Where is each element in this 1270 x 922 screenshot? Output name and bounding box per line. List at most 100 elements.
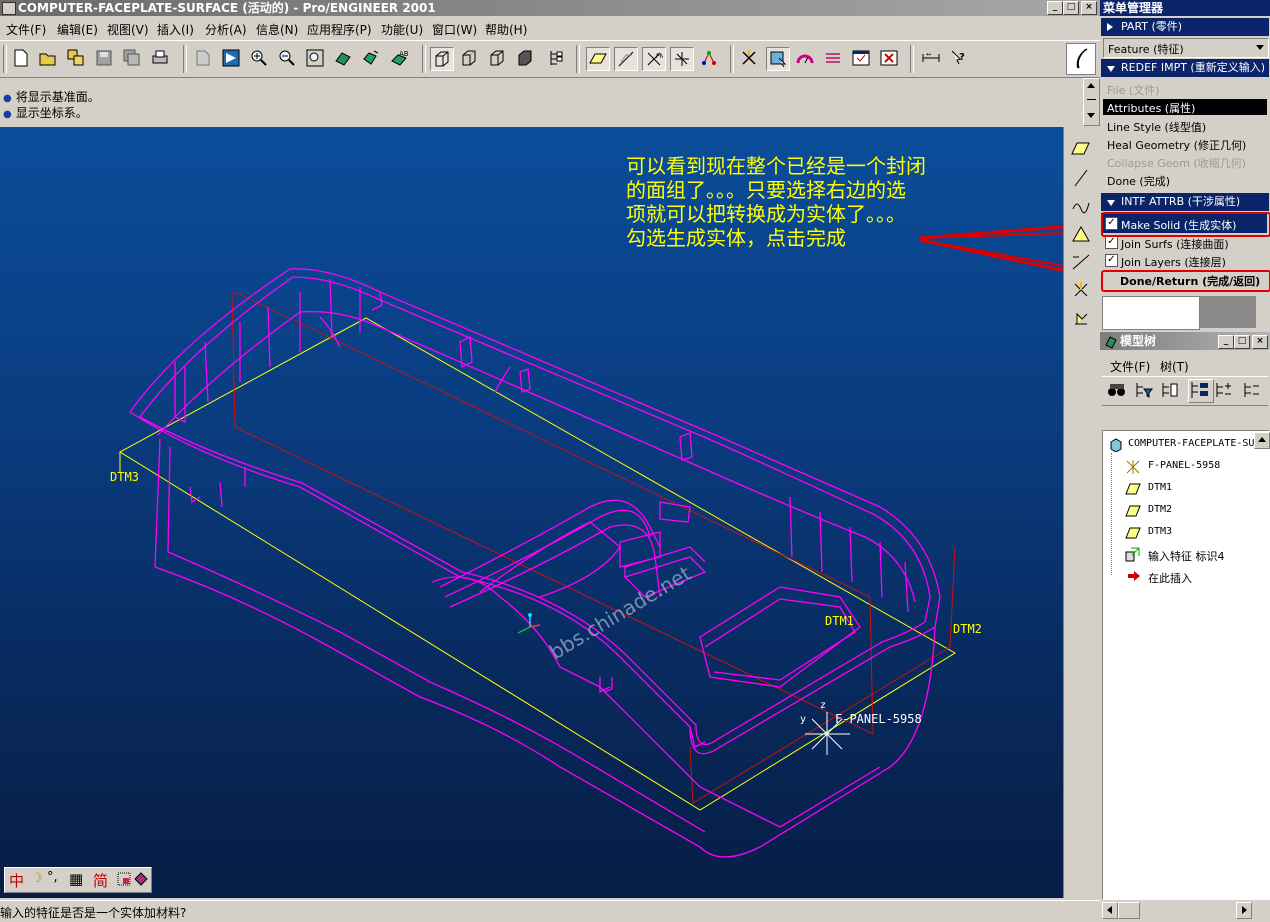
tree-hscroll-left[interactable] [1102,902,1118,919]
menu-item-done[interactable]: Done (完成) [1107,173,1170,189]
menu-insert[interactable]: 插入(I) [157,21,194,38]
model-tree-minimize-button[interactable]: _ [1218,335,1234,349]
scroll-thumb[interactable] [1087,99,1096,100]
layer-icon[interactable] [822,47,844,69]
zoom-out-icon[interactable] [276,47,298,69]
print-icon[interactable] [149,47,171,69]
tree-item-import-feature[interactable]: 输入特征 标识4 [1148,548,1225,564]
redef-impt-header[interactable]: REDEF IMPT (重新定义输入) [1101,59,1269,77]
menu-item-file[interactable]: File (文件) [1107,82,1160,98]
ime-menu-icon[interactable] [133,871,149,890]
no-hidden-icon[interactable] [486,47,508,69]
ime-moon-icon[interactable]: ☽ [31,871,43,886]
join-surfs-label[interactable]: Join Surfs (连接曲面) [1121,236,1229,252]
menu-item-attributes[interactable]: Attributes (属性) [1107,100,1195,116]
scroll-up-icon[interactable] [1258,437,1266,442]
color-appearance-icon[interactable] [794,47,816,69]
spin-center-toggle-icon[interactable] [698,47,720,69]
distance-measure-icon[interactable]: ↔ [920,47,942,69]
scroll-right-icon[interactable] [1242,906,1247,914]
ime-toolbar[interactable]: 中 ☽ °, ▦ 简 [4,867,152,893]
message-scrollbar[interactable] [1083,78,1100,126]
tree-item-part[interactable]: COMPUTER-FACEPLATE-SURFACE [1128,438,1270,449]
open-assembly-icon[interactable] [65,47,87,69]
menu-edit[interactable]: 编辑(E) [57,21,98,38]
menu-applications[interactable]: 应用程序(P) [307,21,372,38]
datum-planes-toggle-icon[interactable] [586,47,610,71]
menu-item-collapse-geom[interactable]: Collapse Geom (收缩几何) [1107,155,1246,171]
select-icon[interactable] [766,47,790,71]
scroll-up-icon[interactable] [1087,83,1095,88]
tree-filter-icon[interactable] [1134,381,1154,402]
tree-item-dtm3[interactable]: DTM3 [1148,526,1172,537]
datum-axis-tool-icon[interactable] [1070,167,1092,189]
tree-item-dtm2[interactable]: DTM2 [1148,504,1172,515]
menu-utilities[interactable]: 功能(U) [381,21,423,38]
datum-plane-tool-icon[interactable] [1070,137,1092,159]
model-tree-maximize-button[interactable]: □ [1234,335,1250,349]
window-activate-icon[interactable] [850,47,872,69]
maximize-button[interactable]: □ [1063,1,1079,15]
menu-info[interactable]: 信息(N) [256,21,298,38]
tree-columns-icon[interactable] [1160,381,1180,402]
model-tree-menu-tree[interactable]: 树(T) [1160,358,1189,375]
menu-window[interactable]: 窗口(W) [432,21,477,38]
ime-simplified-icon[interactable]: 简 [93,870,108,891]
menu-file[interactable]: 文件(F) [6,21,46,38]
find-binoculars-icon[interactable] [1106,381,1128,402]
datum-axes-toggle-icon[interactable] [614,47,638,71]
zoom-in-icon[interactable] [248,47,270,69]
menu-item-heal-geometry[interactable]: Heal Geometry (修正几何) [1107,137,1246,153]
hidden-line-icon[interactable] [458,47,480,69]
model-tree-list[interactable]: COMPUTER-FACEPLATE-SURFACE F-PANEL-5958 … [1102,430,1270,900]
join-surfs-checkbox[interactable]: ✓ [1105,236,1118,249]
menu-analysis[interactable]: 分析(A) [205,21,247,38]
context-help-icon[interactable]: ? [948,47,970,69]
ime-chinese-icon[interactable]: 中 [9,870,24,891]
tree-hscroll-thumb[interactable] [1118,902,1140,919]
orient-icon[interactable] [332,47,354,69]
tree-item-csys[interactable]: F-PANEL-5958 [1148,460,1220,471]
part-menu-header[interactable]: PART (零件) [1101,18,1269,36]
ime-punct-icon[interactable]: °, [47,870,58,885]
datum-point-tool-icon[interactable] [1070,223,1092,245]
csys-tool-icon[interactable] [1070,279,1092,301]
join-layers-checkbox[interactable]: ✓ [1105,254,1118,267]
menu-view[interactable]: 视图(V) [107,21,149,38]
layers-icon[interactable]: AB [388,47,410,69]
csys-toggle-icon[interactable] [670,47,694,71]
new-file-icon[interactable] [10,47,32,69]
repaint-icon[interactable] [192,47,214,69]
tree-item-insert-here[interactable]: 在此插入 [1148,570,1192,586]
close-window-icon[interactable] [878,47,900,69]
sketch-tool-icon[interactable] [1070,251,1092,273]
minimize-button[interactable]: _ [1047,1,1063,15]
save-copy-icon[interactable] [121,47,143,69]
refit-icon[interactable] [304,47,326,69]
ime-softkbd-icon[interactable] [117,872,131,886]
regenerate-icon[interactable] [738,47,760,69]
open-folder-icon[interactable] [37,47,59,69]
shaded-icon[interactable] [514,47,536,69]
spin-center-icon[interactable] [220,47,242,69]
menu-help[interactable]: 帮助(H) [485,21,527,38]
ime-keyboard-icon[interactable]: ▦ [69,870,83,888]
tree-collapse-icon[interactable] [1242,381,1262,402]
model-tree-toggle-icon[interactable] [545,47,567,69]
tree-show-features-icon[interactable] [1188,379,1214,403]
feature-dropdown[interactable]: Feature (特征) [1103,38,1269,58]
model-tree-menu-file[interactable]: 文件(F) [1110,358,1150,375]
intf-attrb-header[interactable]: INTF ATTRB (干涉属性) [1101,193,1269,211]
join-layers-label[interactable]: Join Layers (连接层) [1121,254,1226,270]
tree-hscroll-right[interactable] [1236,902,1252,919]
datum-curve-tool-icon[interactable] [1070,195,1092,217]
scroll-down-icon[interactable] [1087,113,1095,118]
tree-item-dtm1[interactable]: DTM1 [1148,482,1172,493]
wireframe-icon[interactable] [430,47,454,71]
save-icon[interactable] [93,47,115,69]
analysis-tool-icon[interactable] [1070,307,1092,329]
menu-item-line-style[interactable]: Line Style (线型值) [1107,119,1206,135]
scroll-left-icon[interactable] [1107,906,1112,914]
model-tree-close-button[interactable]: × [1252,335,1268,349]
chevron-down-icon[interactable] [1256,45,1264,50]
